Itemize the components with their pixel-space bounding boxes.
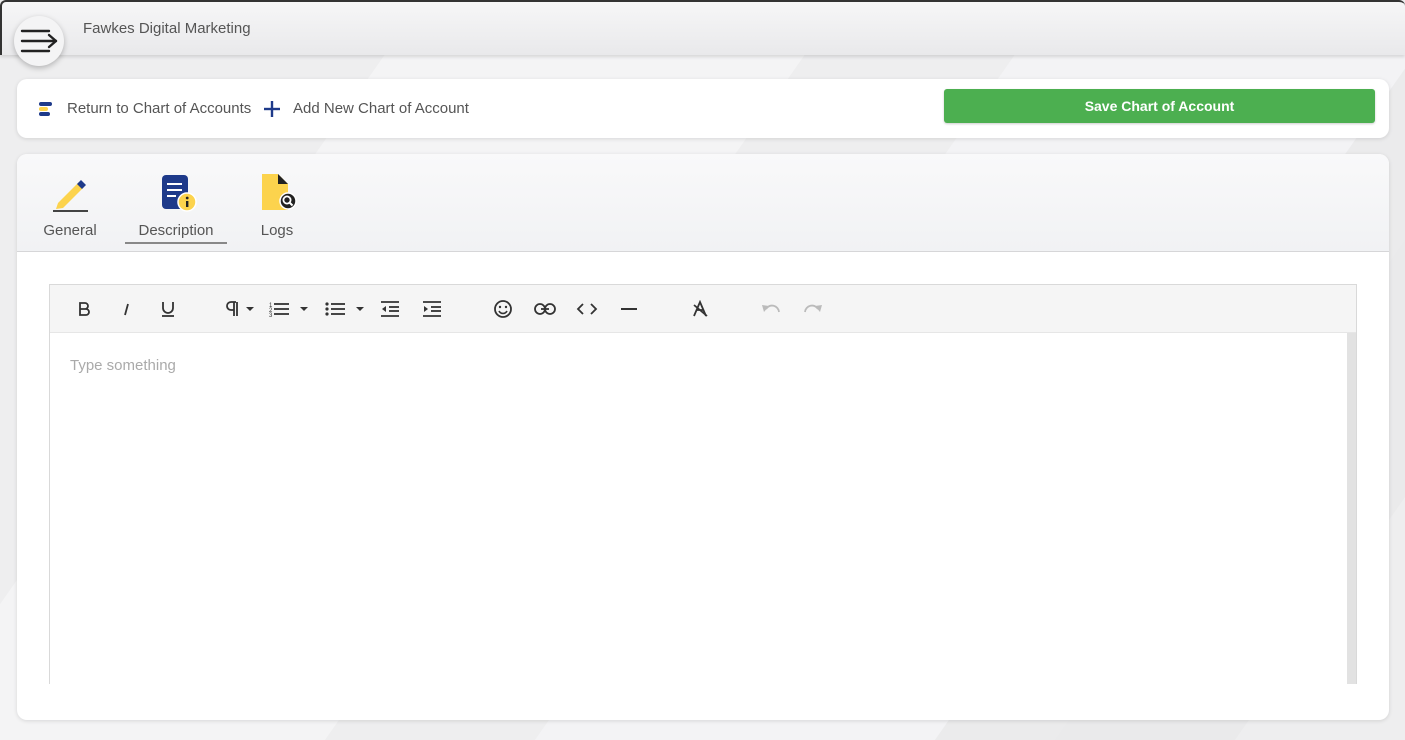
tab-label: Description <box>138 222 214 239</box>
editor-placeholder: Type something <box>70 357 176 374</box>
return-to-chart-of-accounts-link[interactable]: Return to Chart of Accounts <box>37 79 251 138</box>
undo-button[interactable] <box>759 295 783 323</box>
return-list-icon <box>37 100 55 118</box>
description-card: General Description Logs 1 2 3 Type some… <box>17 154 1389 720</box>
italic-button[interactable] <box>114 295 138 323</box>
svg-text:3: 3 <box>269 313 273 318</box>
underline-button[interactable] <box>156 295 180 323</box>
redo-icon <box>804 304 822 313</box>
horizontal-line-button[interactable] <box>617 295 641 323</box>
outdent-button[interactable] <box>378 295 402 323</box>
file-search-icon <box>262 174 297 210</box>
clear-formatting-icon <box>693 300 708 317</box>
italic-icon <box>124 302 129 316</box>
insert-link-button[interactable] <box>533 295 557 323</box>
tab-label: Logs <box>260 222 294 239</box>
tab-description[interactable]: Description <box>125 172 227 244</box>
redo-button[interactable] <box>801 295 825 323</box>
add-new-chart-of-account-link[interactable]: Add New Chart of Account <box>263 79 469 138</box>
paragraph-format-dropdown[interactable] <box>222 295 258 323</box>
ordered-list-dropdown[interactable]: 123 <box>268 295 312 323</box>
clear-formatting-button[interactable] <box>688 295 712 323</box>
unordered-list-icon <box>325 302 364 316</box>
code-icon <box>576 303 598 315</box>
pencil-icon <box>53 180 88 212</box>
editor-scrollbar[interactable] <box>1347 333 1356 684</box>
tab-bar: General Description Logs <box>17 154 1389 252</box>
undo-icon <box>762 304 780 313</box>
link-icon <box>534 303 556 315</box>
return-label: Return to Chart of Accounts <box>67 100 252 117</box>
plus-icon <box>263 100 281 118</box>
save-chart-of-account-button[interactable]: Save Chart of Account <box>944 89 1375 123</box>
code-view-button[interactable] <box>575 295 599 323</box>
top-bar: Fawkes Digital Marketing <box>0 0 1405 55</box>
unordered-list-dropdown[interactable] <box>324 295 368 323</box>
menu-arrow-icon <box>20 29 58 53</box>
document-info-icon <box>162 175 197 212</box>
rich-text-editor: 123 Type something <box>49 284 1357 684</box>
tab-logs[interactable]: Logs <box>247 172 307 244</box>
horizontal-line-icon <box>621 308 637 310</box>
indent-icon <box>423 301 441 317</box>
smiley-icon <box>494 300 512 318</box>
bold-button[interactable] <box>72 295 96 323</box>
underline-icon <box>162 302 174 317</box>
ordered-list-icon: 123 <box>269 303 308 318</box>
menu-button[interactable] <box>14 16 64 66</box>
emoticons-button[interactable] <box>491 295 515 323</box>
editor-content-area[interactable]: Type something <box>50 333 1356 684</box>
company-name: Fawkes Digital Marketing <box>83 20 251 37</box>
action-bar: Return to Chart of Accounts Add New Char… <box>17 79 1389 138</box>
bold-icon <box>79 302 90 316</box>
paragraph-icon <box>226 301 254 316</box>
tab-general[interactable]: General <box>39 172 101 244</box>
add-label: Add New Chart of Account <box>293 100 469 117</box>
indent-button[interactable] <box>420 295 444 323</box>
tab-label: General <box>43 222 97 239</box>
outdent-icon <box>381 301 399 317</box>
editor-toolbar: 123 <box>50 285 1356 333</box>
